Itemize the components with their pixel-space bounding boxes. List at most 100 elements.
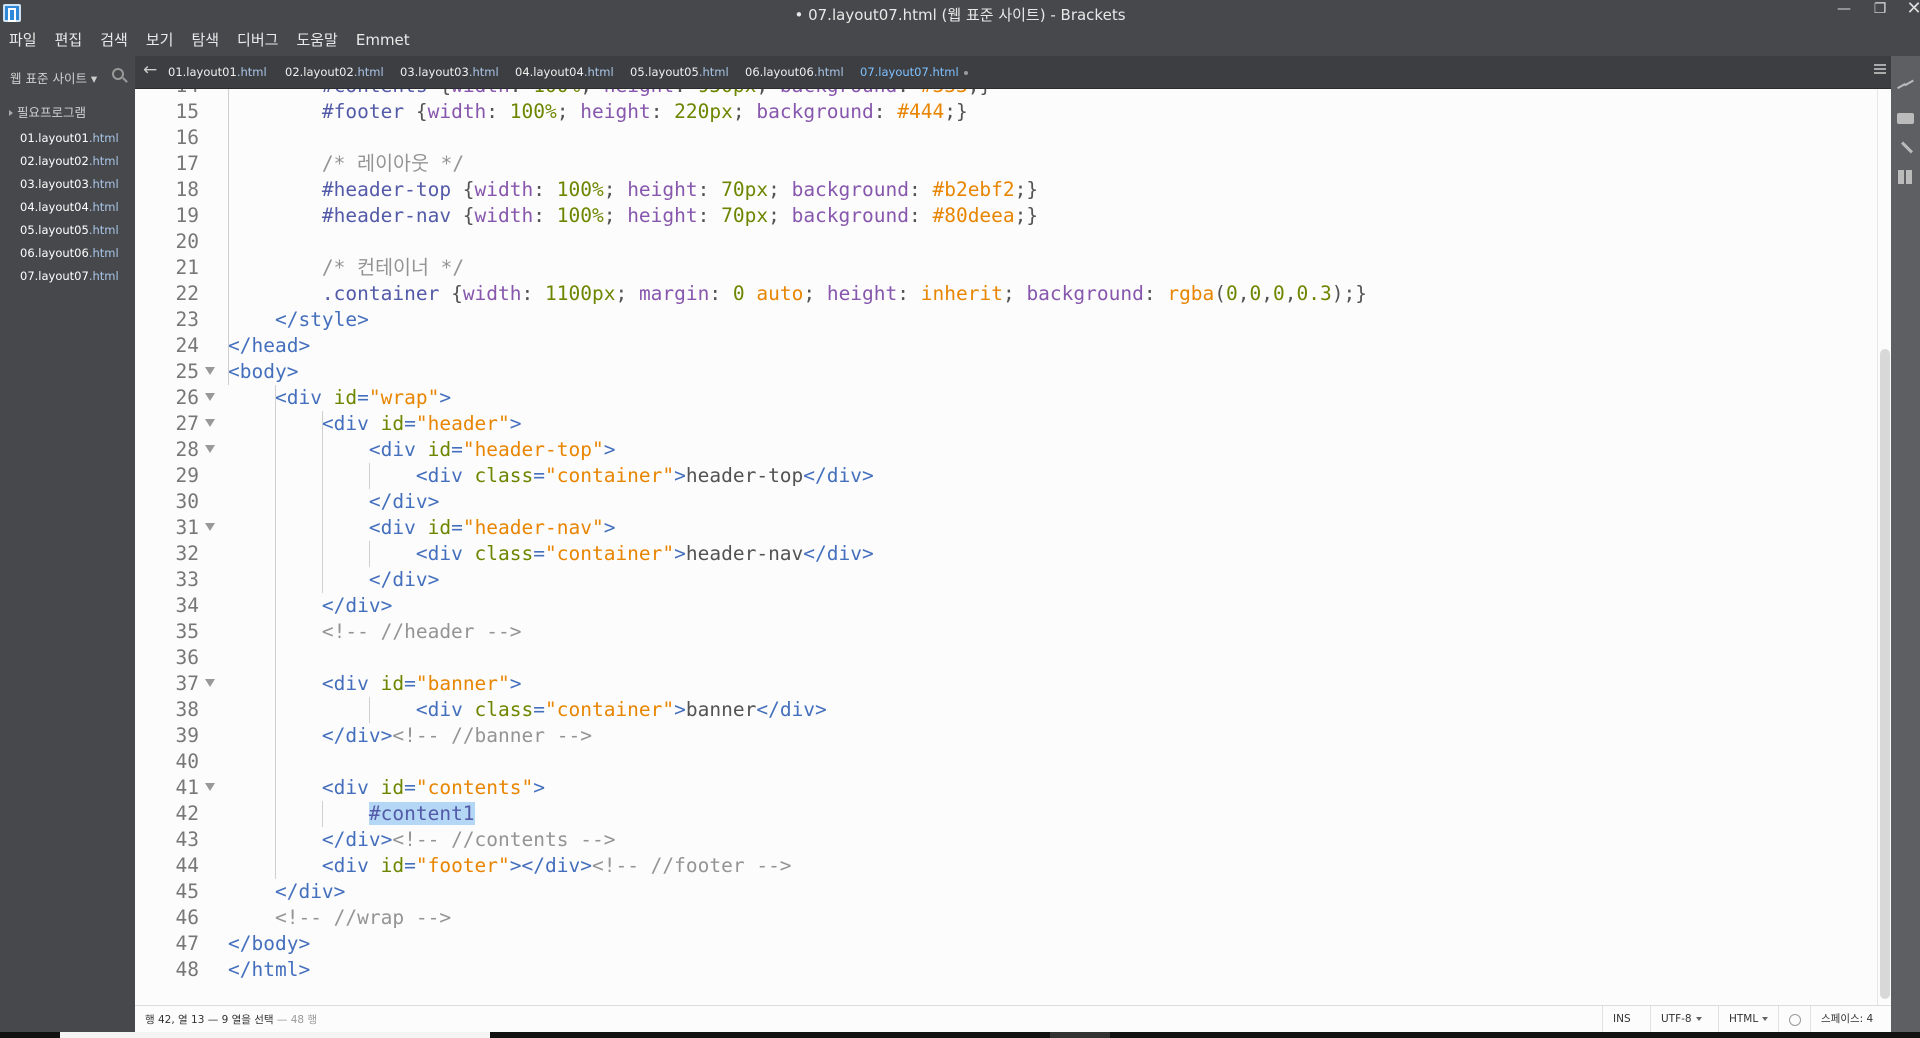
tab-04.layout04[interactable]: 04.layout04.html — [515, 65, 614, 79]
code-line[interactable]: 41 <div id="contents"> — [135, 775, 1855, 801]
tab-03.layout03[interactable]: 03.layout03.html — [400, 65, 499, 79]
search-icon[interactable] — [112, 68, 124, 80]
file-tree-item[interactable]: 06.layout06.html — [20, 242, 119, 265]
file-tree-item[interactable]: 05.layout05.html — [20, 219, 119, 242]
code-line[interactable]: 16 — [135, 125, 1855, 151]
lint-icon[interactable] — [1897, 140, 1914, 154]
code-token: : — [897, 282, 921, 305]
code-token: ;} — [944, 100, 968, 123]
folder-item[interactable]: 필요프로그램 — [9, 102, 86, 121]
fold-arrow-icon[interactable] — [205, 419, 215, 427]
lint-status-icon[interactable] — [1778, 1006, 1810, 1033]
project-sidebar: 웹 표준 사이트 ▾ 필요프로그램 01.layout01.html 02.lay… — [0, 56, 135, 1032]
extension-manager-icon[interactable] — [1897, 113, 1914, 124]
code-line[interactable]: 38 <div class="container">banner</div> — [135, 697, 1855, 723]
menu-item[interactable]: 검색 — [91, 28, 137, 52]
restore-icon[interactable]: ❐ — [1862, 0, 1898, 22]
language-select[interactable]: HTML — [1718, 1006, 1778, 1033]
code-line[interactable]: 23 </style> — [135, 307, 1855, 333]
code-token: inherit — [920, 282, 1003, 305]
code-line[interactable]: 19 #header-nav {width: 100%; height: 70p… — [135, 203, 1855, 229]
status-bar: 행 42, 열 13 — 9 열을 선택 — 48 행 INS UTF-8 HT… — [135, 1005, 1891, 1033]
taskbar-item[interactable] — [60, 1032, 490, 1038]
code-line[interactable]: 20 — [135, 229, 1855, 255]
code-line[interactable]: 32 <div class="container">header-nav</di… — [135, 541, 1855, 567]
tab-02.layout02[interactable]: 02.layout02.html — [285, 65, 384, 79]
tab-06.layout06[interactable]: 06.layout06.html — [745, 65, 844, 79]
encoding-select[interactable]: UTF-8 — [1650, 1006, 1712, 1033]
code-token: id — [380, 776, 405, 799]
code-line[interactable]: 39 </div><!-- //banner --> — [135, 723, 1855, 749]
menu-item[interactable]: Emmet — [347, 28, 419, 52]
line-number: 24 — [175, 334, 199, 357]
line-number: 30 — [175, 490, 199, 513]
code-line[interactable]: 43 </div><!-- //contents --> — [135, 827, 1855, 853]
code-line[interactable]: 28 <div id="header-top"> — [135, 437, 1855, 463]
code-line[interactable]: 17 /* 레이아웃 */ — [135, 151, 1855, 177]
menu-item[interactable]: 보기 — [137, 28, 183, 52]
insert-mode-toggle[interactable]: INS — [1602, 1006, 1641, 1033]
file-tree-item[interactable]: 04.layout04.html — [20, 196, 119, 219]
code-line[interactable]: 37 <div id="banner"> — [135, 671, 1855, 697]
code-editor[interactable]: 14 #contents {width: 100%; height: 950px… — [135, 89, 1877, 1005]
code-line[interactable]: 15 #footer {width: 100%; height: 220px; … — [135, 99, 1855, 125]
code-line[interactable]: 48 </html> — [135, 957, 1855, 983]
code-line[interactable]: 31 <div id="header-nav"> — [135, 515, 1855, 541]
fold-arrow-icon[interactable] — [205, 783, 215, 791]
code-token: <!-- //footer --> — [591, 854, 792, 877]
book-icon[interactable] — [1897, 170, 1914, 184]
code-line[interactable]: 26 <div id="wrap"> — [135, 385, 1855, 411]
code-line[interactable]: 29 <div class="container">header-top</di… — [135, 463, 1855, 489]
tab-01.layout01[interactable]: 01.layout01.html — [168, 65, 267, 79]
tab-07.layout07[interactable]: 07.layout07.html — [860, 65, 968, 79]
menu-item[interactable]: 파일 — [0, 28, 46, 52]
menu-item[interactable]: 탐색 — [182, 28, 228, 52]
code-line[interactable]: 24 </head> — [135, 333, 1855, 359]
code-line[interactable]: 14 #contents {width: 100%; height: 950px… — [135, 89, 1855, 99]
close-icon[interactable]: ✕ — [1896, 0, 1920, 22]
code-line[interactable]: 44 <div id="footer"></div><!-- //footer … — [135, 853, 1855, 879]
code-line[interactable]: 27 <div id="header"> — [135, 411, 1855, 437]
fold-arrow-icon[interactable] — [205, 445, 215, 453]
code-token: height — [580, 100, 651, 123]
file-tree-item[interactable]: 01.layout01.html — [20, 127, 119, 150]
code-line[interactable]: 35 <!-- //header --> — [135, 619, 1855, 645]
file-tree-item[interactable]: 03.layout03.html — [20, 173, 119, 196]
code-line[interactable]: 30 </div> — [135, 489, 1855, 515]
minimize-icon[interactable]: — — [1826, 0, 1862, 22]
menu-item[interactable]: 디버그 — [228, 28, 287, 52]
code-line[interactable]: 40 — [135, 749, 1855, 775]
code-line[interactable]: 47 </body> — [135, 931, 1855, 957]
code-token: </div> — [368, 490, 440, 513]
menu-item[interactable]: 편집 — [46, 28, 92, 52]
fold-arrow-icon[interactable] — [205, 393, 215, 401]
code-line[interactable]: 22 .container {width: 1100px; margin: 0 … — [135, 281, 1855, 307]
menu-item[interactable]: 도움말 — [287, 28, 346, 52]
code-line[interactable]: 18 #header-top {width: 100%; height: 70p… — [135, 177, 1855, 203]
code-line[interactable]: 25 <body> — [135, 359, 1855, 385]
code-line[interactable]: 21 /* 컨테이너 */ — [135, 255, 1855, 281]
indent-guide — [228, 89, 229, 385]
code-line[interactable]: 33 </div> — [135, 567, 1855, 593]
tab-05.layout05[interactable]: 05.layout05.html — [630, 65, 729, 79]
hamburger-menu-icon[interactable] — [1874, 64, 1886, 74]
scrollbar-thumb[interactable] — [1880, 349, 1890, 999]
back-arrow-icon[interactable]: ← — [143, 60, 157, 80]
indent-setting[interactable]: 스페이스: 4 — [1810, 1006, 1883, 1033]
fold-arrow-icon[interactable] — [205, 367, 215, 375]
project-dropdown[interactable]: 웹 표준 사이트 ▾ — [10, 68, 97, 87]
taskbar-item[interactable] — [1050, 1032, 1110, 1038]
file-tree-item[interactable]: 07.layout07.html — [20, 265, 119, 288]
code-line[interactable]: 34 </div> — [135, 593, 1855, 619]
vertical-scrollbar[interactable] — [1877, 89, 1891, 1005]
code-line[interactable]: 46 <!-- //wrap --> — [135, 905, 1855, 931]
fold-arrow-icon[interactable] — [205, 679, 215, 687]
file-tree-item[interactable]: 02.layout02.html — [20, 150, 119, 173]
code-line[interactable]: 36 — [135, 645, 1855, 671]
code-token: <!-- //banner --> — [392, 724, 592, 747]
code-line[interactable]: 45 </div> — [135, 879, 1855, 905]
fold-arrow-icon[interactable] — [205, 523, 215, 531]
live-preview-icon[interactable] — [1897, 78, 1914, 92]
code-line[interactable]: 42 #content1 — [135, 801, 1855, 827]
